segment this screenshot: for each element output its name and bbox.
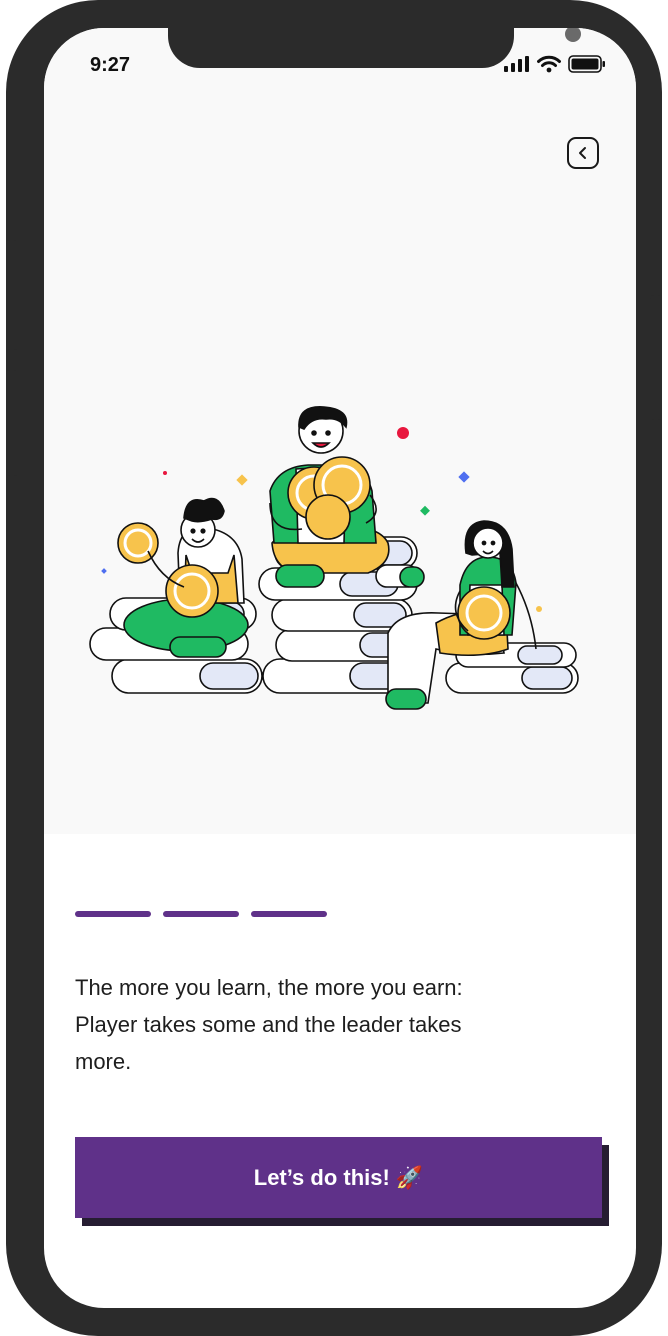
onboarding-illustration — [89, 406, 579, 710]
progress-segment — [163, 911, 239, 917]
wifi-icon — [537, 55, 561, 73]
back-button[interactable] — [567, 137, 599, 169]
notch — [168, 28, 581, 68]
volume-down-button — [6, 370, 18, 476]
rocket-icon: 🚀 — [395, 1164, 424, 1190]
chevron-left-icon — [579, 147, 586, 159]
status-time: 9:27 — [90, 54, 131, 76]
hero-area: 9:27 — [44, 28, 636, 834]
lets-do-this-button[interactable]: Let’s do this! 🚀 — [75, 1137, 602, 1218]
camera-icon — [565, 28, 581, 42]
phone-screen: 9:27 The more you learn, the more you ea… — [44, 28, 636, 1308]
character-left — [117, 497, 249, 658]
progress-segment — [75, 911, 151, 917]
cellular-signal-icon — [504, 56, 529, 72]
battery-icon — [568, 55, 605, 73]
status-icons — [504, 55, 606, 73]
power-button — [650, 295, 662, 420]
volume-up-button — [6, 240, 18, 350]
onboarding-description: The more you learn, the more you earn: P… — [75, 975, 463, 1074]
cta-label: Let’s do this! — [253, 1164, 390, 1190]
progress-indicator — [75, 911, 327, 917]
progress-segment — [251, 911, 327, 917]
phone-frame: 9:27 The more you learn, the more you ea… — [6, 0, 662, 1336]
